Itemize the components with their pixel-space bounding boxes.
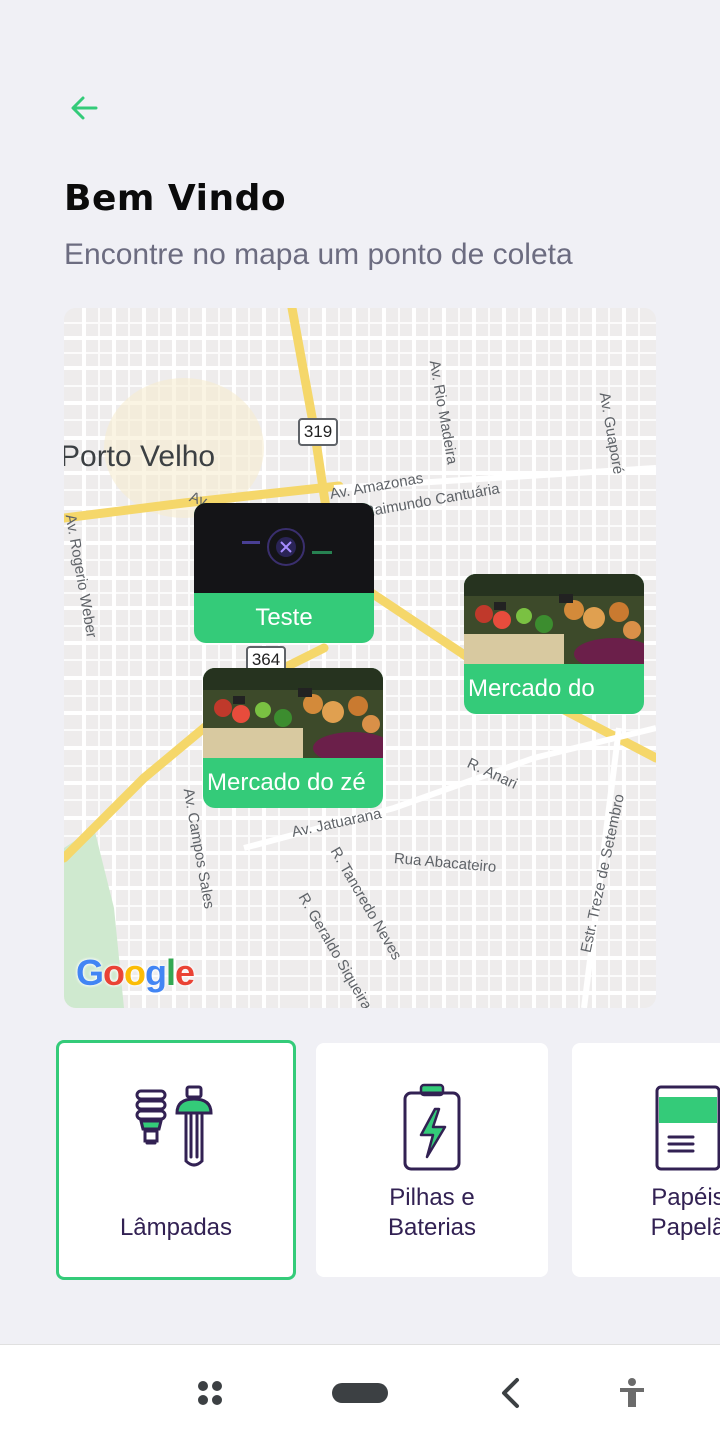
marker-label: Mercado do bbox=[468, 675, 595, 702]
marker-thumbnail bbox=[203, 668, 383, 758]
marker-label: Teste bbox=[255, 604, 313, 631]
map-marker[interactable]: Teste bbox=[194, 503, 374, 643]
apps-icon bbox=[198, 1381, 222, 1405]
item-label: Papéis Papelã bbox=[650, 1184, 720, 1241]
system-navbar bbox=[0, 1344, 720, 1440]
google-attribution-logo: Google bbox=[76, 952, 195, 993]
accessibility-button[interactable] bbox=[612, 1373, 652, 1413]
home-button[interactable] bbox=[330, 1373, 390, 1413]
marker-thumbnail bbox=[464, 574, 644, 664]
item-label: Pilhas e Baterias bbox=[387, 1184, 477, 1241]
item-label: Lâmpadas bbox=[119, 1214, 233, 1241]
paper-icon bbox=[643, 1083, 720, 1173]
back-chevron-icon bbox=[502, 1378, 519, 1408]
item-card-pilhas[interactable]: Pilhas e Baterias bbox=[316, 1043, 548, 1277]
back-button[interactable] bbox=[62, 86, 106, 130]
battery-icon bbox=[387, 1083, 477, 1173]
item-card-lampadas[interactable]: Lâmpadas bbox=[56, 1040, 296, 1280]
system-back-button[interactable] bbox=[490, 1373, 530, 1413]
marker-thumbnail bbox=[194, 503, 374, 593]
arrow-left-icon bbox=[71, 96, 98, 120]
page-subtitle: Encontre no mapa um ponto de coleta bbox=[64, 238, 573, 271]
map-marker[interactable]: Mercado do zé bbox=[203, 668, 383, 808]
accessibility-icon bbox=[620, 1378, 644, 1407]
city-label: Porto Velho bbox=[64, 440, 216, 473]
lamp-icon bbox=[131, 1083, 221, 1173]
route-shield: 319 bbox=[298, 418, 338, 446]
items-carousel[interactable]: Lâmpadas Pilhas e Baterias Papéis Papelã bbox=[56, 1040, 720, 1280]
apps-button[interactable] bbox=[190, 1373, 230, 1413]
map-view[interactable]: Porto Velho Av. Rio Madeira Av. Guaporé … bbox=[64, 308, 656, 1008]
item-card-papeis[interactable]: Papéis Papelã bbox=[572, 1043, 720, 1277]
page-title: Bem Vindo bbox=[64, 178, 287, 219]
map-marker[interactable]: Mercado do bbox=[464, 574, 644, 714]
marker-label: Mercado do zé bbox=[207, 769, 366, 796]
home-pill-icon bbox=[332, 1383, 388, 1403]
